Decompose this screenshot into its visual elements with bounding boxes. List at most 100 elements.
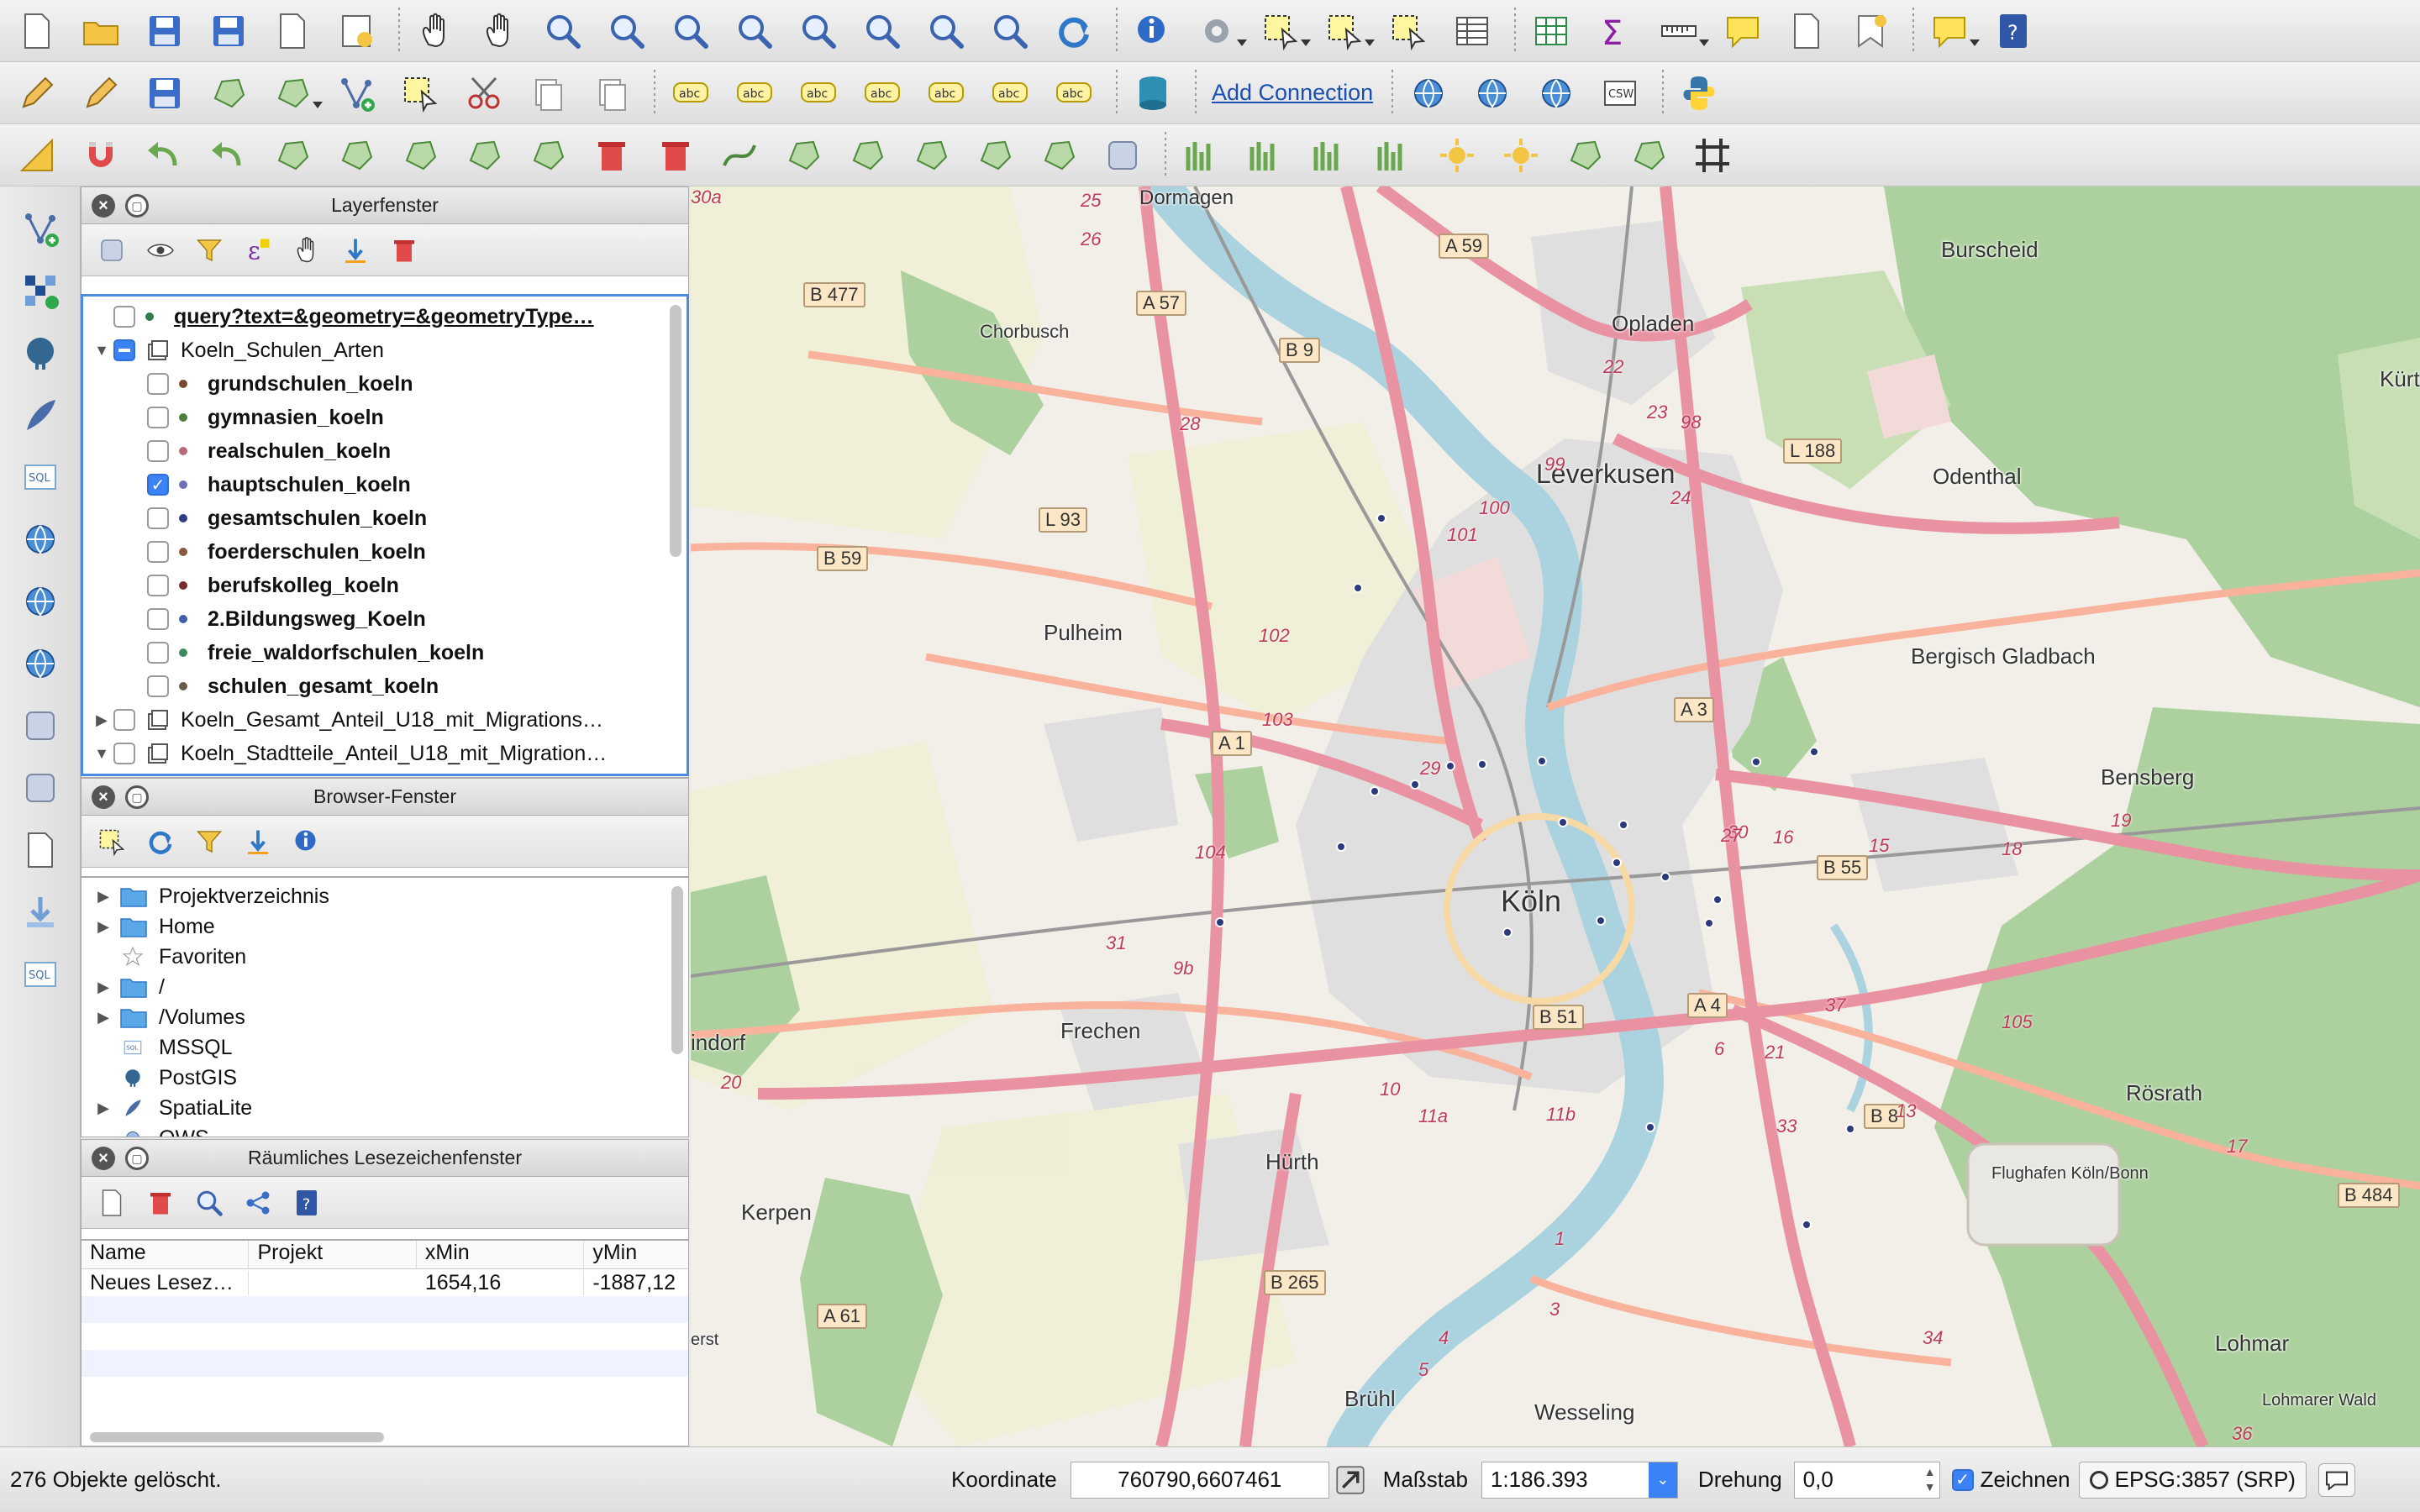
visibility-eye-icon[interactable] <box>140 230 181 270</box>
polygon-fill-ring-icon[interactable] <box>523 130 573 181</box>
layer-visibility-checkbox[interactable] <box>147 642 169 664</box>
layer-visibility-checkbox[interactable] <box>147 440 169 462</box>
chart-bar3-icon[interactable] <box>1304 130 1355 181</box>
chevron-down-icon[interactable]: ⌄ <box>1648 1462 1677 1498</box>
close-panel-icon[interactable]: × <box>92 785 115 809</box>
redo-icon[interactable] <box>203 130 254 181</box>
delete-trash-icon[interactable] <box>140 1183 181 1223</box>
add-delimited-icon[interactable] <box>15 701 66 751</box>
zoom-in-icon[interactable] <box>538 6 588 56</box>
wms-download-icon[interactable] <box>1403 68 1454 118</box>
new-bookmark-icon[interactable] <box>92 1183 132 1223</box>
new-project-icon[interactable] <box>12 6 62 56</box>
collapsed-triangle-icon[interactable]: ▶ <box>90 711 113 729</box>
python-icon[interactable] <box>1674 68 1724 118</box>
remove-layer-icon[interactable] <box>384 230 424 270</box>
share-link-icon[interactable] <box>238 1183 278 1223</box>
column-header-ymin[interactable]: yMin <box>584 1241 688 1268</box>
label-move-icon[interactable]: abc <box>921 68 971 118</box>
map-canvas[interactable]: Dormagen Burscheid Opladen Leverkusen Odenth… <box>691 186 2420 1446</box>
feature-shape-icon[interactable] <box>1560 130 1610 181</box>
add-group-icon[interactable] <box>92 230 132 270</box>
browser-item[interactable]: PostGIS <box>82 1063 688 1093</box>
float-panel-icon[interactable]: ▢ <box>125 193 149 218</box>
chart-bar2-icon[interactable] <box>1240 130 1291 181</box>
layer-row[interactable]: schulen_gesamt_koeln <box>83 669 687 703</box>
info-icon[interactable] <box>287 822 327 862</box>
browser-item[interactable]: ▶ /Volumes <box>82 1002 688 1032</box>
label-diagram-icon[interactable]: abc <box>793 68 844 118</box>
help-icon[interactable]: ? <box>1988 6 2039 56</box>
open-project-icon[interactable] <box>76 6 126 56</box>
collapsed-triangle-icon[interactable]: ▶ <box>93 888 113 906</box>
sun-light-icon[interactable] <box>1432 130 1482 181</box>
polygon-simplify-icon[interactable] <box>331 130 381 181</box>
zoom-to-bookmark-icon[interactable] <box>189 1183 229 1223</box>
add-mssql-icon[interactable]: SQL <box>15 452 66 502</box>
new-print-composer-icon[interactable] <box>267 6 318 56</box>
layer-group-row[interactable]: ▼ Koeln_Schulen_Arten <box>83 333 687 367</box>
filter-icon[interactable] <box>189 822 229 862</box>
browser-item[interactable]: ▶ / <box>82 972 688 1002</box>
label-show-icon[interactable]: abc <box>857 68 908 118</box>
layer-visibility-checkbox[interactable] <box>113 339 135 361</box>
chart-bar-icon[interactable] <box>1176 130 1227 181</box>
statistics-icon[interactable]: Σ <box>1590 6 1640 56</box>
browser-tree-scrollbar[interactable] <box>671 886 683 1054</box>
table-row[interactable]: Neues Lesez… 1654,16 -1887,12 <box>82 1269 688 1296</box>
bookmarks-table[interactable]: Name Projekt xMin yMin Neues Lesez… 1654… <box>81 1240 689 1446</box>
layer-visibility-checkbox[interactable] <box>113 709 135 731</box>
save-edits-icon[interactable] <box>139 68 190 118</box>
grid-graticule-icon[interactable] <box>1687 130 1738 181</box>
csw-icon[interactable]: CSW <box>1595 68 1645 118</box>
save-project-icon[interactable] <box>139 6 190 56</box>
expand-triangle-icon[interactable]: ▼ <box>90 745 113 763</box>
message-log-icon[interactable] <box>2317 1462 2355 1497</box>
feature-split-parts-icon[interactable] <box>906 130 956 181</box>
feature-shape2-icon[interactable] <box>1623 130 1674 181</box>
label-change-icon[interactable]: abc <box>1049 68 1099 118</box>
layer-group-row[interactable]: ▶ Koeln_Gesamt_Anteil_U18_mit_Migrations… <box>83 703 687 737</box>
label-abc-icon[interactable]: abc <box>666 68 716 118</box>
float-panel-icon[interactable]: ▢ <box>125 1146 149 1170</box>
polygon-rotate-icon[interactable] <box>267 130 318 181</box>
zoom-to-selection-icon[interactable] <box>793 6 844 56</box>
layer-row[interactable]: query?text=&geometry=&geometryType… <box>83 300 687 333</box>
browser-item[interactable]: ▶ SpatiaLite <box>82 1093 688 1123</box>
add-wfs-vertex-icon[interactable] <box>15 638 66 689</box>
layer-visibility-checkbox[interactable] <box>113 743 135 764</box>
database-icon[interactable] <box>1128 68 1178 118</box>
filter-expression-icon[interactable]: ε <box>238 230 278 270</box>
toggle-edit-icon[interactable] <box>76 68 126 118</box>
label-pin-icon[interactable]: abc <box>729 68 780 118</box>
layer-visibility-checkbox[interactable] <box>147 575 169 596</box>
bookmarks-table-scrollbar[interactable] <box>90 1432 384 1442</box>
browser-item[interactable]: SQL MSSQL <box>82 1032 688 1063</box>
measure-icon[interactable] <box>1654 6 1709 56</box>
expression-select-icon[interactable] <box>1319 6 1375 56</box>
column-header-xmin[interactable]: xMin <box>417 1241 585 1268</box>
layer-row[interactable]: 2.Bildungsweg_Koeln <box>83 602 687 636</box>
layer-row[interactable]: gymnasien_koeln <box>83 401 687 434</box>
filter-icon[interactable] <box>189 230 229 270</box>
collapsed-triangle-icon[interactable]: ▶ <box>93 1009 113 1026</box>
column-header-project[interactable]: Projekt <box>249 1241 417 1268</box>
polygon-delete-ring-icon[interactable] <box>587 130 637 181</box>
polygon-add-part-icon[interactable] <box>459 130 509 181</box>
add-spatialite-icon[interactable] <box>15 390 66 440</box>
layer-visibility-checkbox[interactable] <box>147 507 169 529</box>
zoom-full-icon[interactable] <box>729 6 780 56</box>
wfs-globe-icon[interactable] <box>1531 68 1581 118</box>
rotation-spinbox[interactable]: 0,0 ▲ ▼ <box>1793 1461 1940 1499</box>
sql-icon[interactable]: SQL <box>15 949 66 1000</box>
layer-row[interactable]: ✓ hauptschulen_koeln <box>83 468 687 501</box>
sun-light2-icon[interactable] <box>1496 130 1546 181</box>
layer-row[interactable]: realschulen_koeln <box>83 434 687 468</box>
zoom-next-icon[interactable] <box>985 6 1035 56</box>
close-panel-icon[interactable]: × <box>92 1146 115 1170</box>
zoom-out-icon[interactable] <box>602 6 652 56</box>
add-raster-icon[interactable] <box>15 265 66 316</box>
wms-globe-icon[interactable] <box>1467 68 1518 118</box>
layer-row[interactable]: freie_waldorfschulen_koeln <box>83 636 687 669</box>
browser-item[interactable]: ▶ Projektverzeichnis <box>82 881 688 911</box>
